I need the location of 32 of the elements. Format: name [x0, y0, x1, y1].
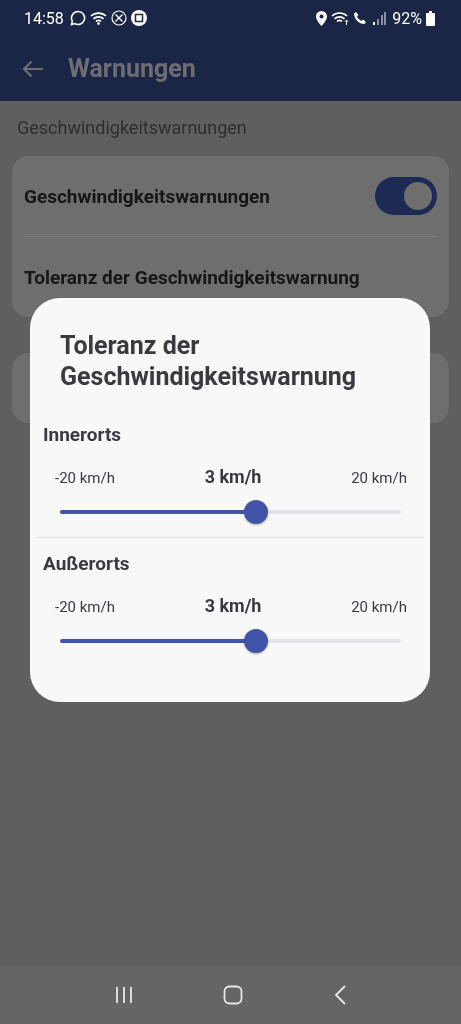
dialog-title: Toleranz der Geschwindigkeitswarnung	[59, 330, 358, 393]
max-label: 20 km/h	[351, 468, 407, 487]
slider-thumb[interactable]	[244, 499, 269, 524]
wifi-icon	[89, 11, 107, 25]
slider-value: 3 km/h	[204, 465, 262, 487]
signal-icon	[372, 11, 387, 25]
slider-track[interactable]	[60, 627, 401, 654]
slider-label: Außerorts	[43, 551, 131, 575]
slider-track[interactable]	[60, 498, 401, 525]
battery-percent: 92%	[392, 8, 422, 28]
recent-apps-icon[interactable]	[115, 986, 134, 1004]
battery-icon	[426, 10, 435, 26]
slider-label: Innerorts	[43, 422, 123, 446]
setting-link[interactable]: Toleranz der Geschwindigkeitswarnung	[24, 265, 360, 289]
wifi-icon	[331, 11, 350, 25]
slider-thumb[interactable]	[244, 628, 269, 653]
x-circle-icon	[110, 10, 127, 26]
min-label: -20 km/h	[55, 468, 115, 487]
back-icon[interactable]	[333, 985, 346, 1005]
location-icon	[316, 10, 328, 26]
app-icon	[130, 10, 147, 26]
max-label: 20 km/h	[351, 597, 407, 616]
chat-app-icon	[69, 10, 86, 26]
min-label: -20 km/h	[55, 597, 115, 616]
status-time: 14:58	[24, 8, 64, 28]
phone-icon	[353, 11, 369, 25]
home-icon[interactable]	[223, 985, 244, 1005]
slider-value: 3 km/h	[204, 594, 262, 616]
page-title: Warnungen	[68, 54, 196, 83]
toggle-switch[interactable]	[375, 177, 437, 215]
setting-label: Geschwindigkeitswarnungen	[24, 184, 270, 208]
back-arrow-icon[interactable]	[22, 59, 44, 78]
